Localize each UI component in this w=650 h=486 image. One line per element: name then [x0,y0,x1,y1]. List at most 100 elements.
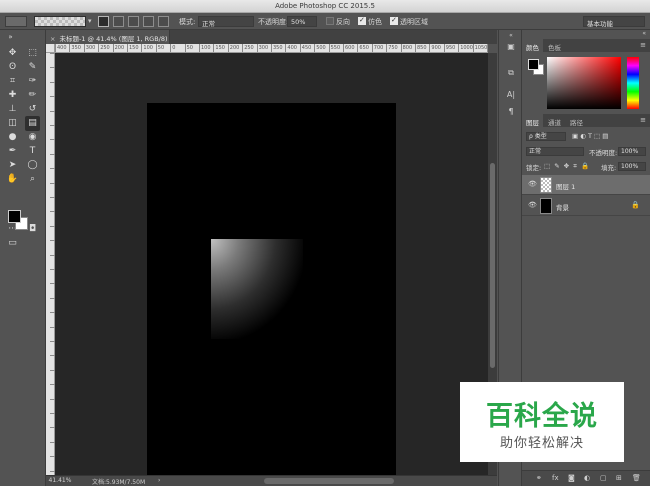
document-tab-label: 未标题-1 @ 41.4% (图层 1, RGB/8) * [59,35,170,43]
ruler-origin[interactable] [46,44,55,53]
document-tab[interactable]: × 未标题-1 @ 41.4% (图层 1, RGB/8) * [46,30,170,44]
eraser-tool-icon[interactable]: ◫ [5,116,20,131]
layer-name[interactable]: 背景 [556,202,569,212]
hand-tool-icon[interactable]: ✋ [5,172,20,187]
healing-brush-tool-icon[interactable]: ✚ [5,88,20,103]
blur-tool-icon[interactable]: ● [5,130,20,145]
ruler-label: 1000 [460,45,473,51]
ruler-label: 150 [129,45,139,51]
lock-row: 锁定: ⬚ ✎ ✥ ⌗ 🔒 填充: 100% [522,160,650,173]
chevron-down-icon[interactable]: ▾ [88,17,92,25]
eyedropper-tool-icon[interactable]: ✑ [25,74,40,89]
paragraph-panel-icon[interactable]: ¶ [504,107,518,121]
layer-row-background[interactable]: 👁 背景 🔒 [522,196,650,216]
marquee-tool-icon[interactable]: ⬚ [25,46,40,61]
zoom-tool-icon[interactable]: ⌕ [25,172,40,187]
reverse-checkbox[interactable] [326,17,334,25]
pen-tool-icon[interactable]: ✒ [5,144,20,159]
tab-swatches[interactable]: 色板 [544,39,565,52]
character-panel-icon[interactable]: A| [504,90,518,104]
document-canvas[interactable] [147,103,396,475]
link-layers-icon[interactable]: ⚭ [536,474,542,482]
ruler-label: 50 [157,45,165,51]
history-brush-tool-icon[interactable]: ↺ [25,102,40,117]
close-icon[interactable]: × [50,35,55,43]
crop-tool-icon[interactable]: ⌗ [5,74,20,89]
ruler-label: 300 [85,45,96,51]
collapse-icon[interactable]: « [642,30,646,37]
color-panel-foreground-swatch[interactable] [528,59,539,70]
visibility-eye-icon[interactable]: 👁 [528,180,537,188]
linear-gradient-button[interactable] [98,16,109,27]
tab-color[interactable]: 颜色 [522,39,543,52]
dither-checkbox[interactable] [358,16,366,25]
clone-stamp-tool-icon[interactable]: ⊥ [5,102,20,117]
panel-menu-icon[interactable]: ≡ [640,116,646,124]
ruler-tick [170,44,172,52]
ruler-tick [429,44,431,52]
angle-gradient-button[interactable] [128,16,139,27]
ruler-tick [83,44,85,52]
properties-panel-icon[interactable]: ⧉ [504,68,518,82]
reflected-gradient-button[interactable] [143,16,154,27]
brush-tool-icon[interactable]: ✏ [25,88,40,103]
opacity-input[interactable]: 50% [287,16,317,27]
tool-preset-picker[interactable] [5,16,27,27]
new-group-icon[interactable]: ▢ [600,474,607,482]
layer-row-layer1[interactable]: 👁 图层 1 [522,175,650,195]
transparency-checkbox[interactable] [390,16,398,25]
lock-icons[interactable]: ⬚ ✎ ✥ ⌗ 🔒 [544,162,590,171]
workspace-select[interactable]: 基本功能 [583,16,645,28]
hue-slider[interactable] [627,57,639,109]
radial-gradient-button[interactable] [113,16,124,27]
layer-filter-icons[interactable]: ▣ ◐ T ⬚ ▤ [572,132,608,140]
chevron-right-icon[interactable]: › [158,477,160,484]
gradient-preview[interactable] [34,16,86,27]
tab-layers[interactable]: 图层 [522,114,543,127]
collapse-icon[interactable]: » [3,30,18,45]
mode-select[interactable]: 正常 [198,16,254,28]
history-panel-icon[interactable]: ▣ [504,42,518,56]
blend-mode-select[interactable]: 正常 [526,147,584,156]
shape-tool-icon[interactable]: ◯ [25,158,40,173]
watermark-title: 百科全说 [486,401,598,432]
delete-layer-icon[interactable]: 🗑 [632,474,641,482]
diamond-gradient-button[interactable] [158,16,169,27]
visibility-eye-icon[interactable]: 👁 [528,201,537,209]
layer-name[interactable]: 图层 1 [556,181,575,191]
foreground-color-swatch[interactable] [8,210,21,223]
panel-menu-icon[interactable]: ≡ [640,41,646,49]
layer-style-icon[interactable]: fx [552,474,559,482]
vertical-ruler[interactable] [46,53,55,475]
gradient-tool-icon[interactable]: ▤ [25,116,40,131]
quick-selection-tool-icon[interactable]: ✎ [25,60,40,75]
watermark-logo: 百科全说 助你轻松解决 [460,382,624,462]
add-mask-icon[interactable]: ◙ [568,474,575,482]
layer-opacity-input[interactable]: 100% [618,147,646,156]
tab-paths[interactable]: 路径 [566,114,587,127]
lasso-tool-icon[interactable]: ʘ [5,60,20,75]
move-tool-icon[interactable]: ✥ [5,46,20,61]
layer-fill-input[interactable]: 100% [618,162,646,171]
ruler-tick [98,44,100,52]
lock-icon[interactable]: 🔒 [631,201,640,209]
adjustment-layer-icon[interactable]: ◐ [584,474,590,482]
canvas-workspace[interactable] [55,53,488,475]
dodge-tool-icon[interactable]: ◉ [25,130,40,145]
document-size-info[interactable]: 文档:5.93M/7.50M [92,477,145,486]
color-picker-field[interactable] [547,57,621,109]
ruler-label: 1050 [474,45,488,51]
new-layer-icon[interactable]: ⊞ [616,474,622,482]
title-bar: Adobe Photoshop CC 2015.5 [0,0,650,13]
layer-filter-select[interactable]: ρ 类型 [526,132,566,141]
type-tool-icon[interactable]: T [25,144,40,159]
ruler-tick [271,44,272,52]
zoom-level[interactable]: 41.41% [46,477,74,484]
path-selection-tool-icon[interactable]: ➤ [5,158,20,173]
scrollbar-thumb[interactable] [490,163,495,368]
horizontal-ruler[interactable]: 400 350 300 250 200 150 100 50 0 50 100 150 200 250 30… [55,44,488,53]
horizontal-scrollbar-thumb[interactable] [264,478,394,484]
screen-mode-icon[interactable]: ▭ [5,236,20,251]
tab-channels[interactable]: 通道 [544,114,565,127]
layers-panel-footer: ⚭ fx ◙ ◐ ▢ ⊞ 🗑 [522,470,650,486]
